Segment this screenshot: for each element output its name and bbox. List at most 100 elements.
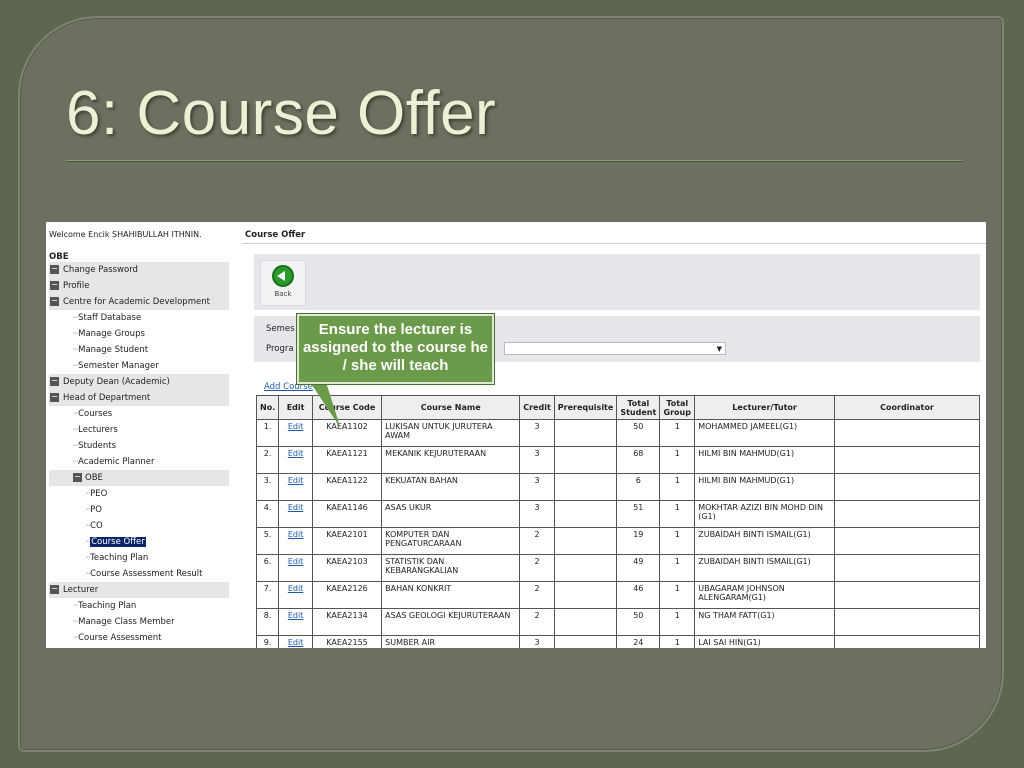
table-row: 8. Edit KAEA2134 ASAS GEOLOGI KEJURUTERAAN 2… <box>255 608 981 636</box>
cell-credit: 3 <box>519 446 555 474</box>
minus-box-icon[interactable]: − <box>50 393 59 402</box>
cell-code: KAEA2126 <box>311 581 383 609</box>
table-row: 3. Edit KAEA1122 KEKUATAN BAHAN 3 6 1 HILMI BIN… <box>255 473 981 501</box>
cell-total-student: 50 <box>616 419 661 447</box>
cell-edit: Edit <box>278 581 313 609</box>
sidebar-item-lecturers[interactable]: ┄Lecturers <box>49 422 229 438</box>
cell-no: 8. <box>255 608 280 636</box>
cell-lecturer: UBAGARAM JOHNSON ALENGARAM(G1) <box>694 581 835 609</box>
cell-lecturer: MOHAMMED JAMEEL(G1) <box>694 419 835 447</box>
edit-link[interactable]: Edit <box>288 557 304 566</box>
program-select[interactable]: ▼ <box>504 342 726 355</box>
cell-edit: Edit <box>278 500 313 528</box>
edit-link[interactable]: Edit <box>288 476 304 485</box>
sidebar-item-academic-planner[interactable]: ┄Academic Planner <box>49 454 229 470</box>
sidebar-item-lecturer[interactable]: − Lecturer <box>49 582 229 598</box>
cell-edit: Edit <box>278 635 313 648</box>
sidebar-item-teaching-plan[interactable]: ┄Teaching Plan <box>49 550 229 566</box>
sidebar-item-label: Academic Planner <box>78 457 155 467</box>
cell-prereq <box>553 527 618 555</box>
callout-note: Ensure the lecturer is assigned to the c… <box>297 314 494 384</box>
cell-total-student: 68 <box>616 446 661 474</box>
minus-box-icon[interactable]: − <box>50 265 59 274</box>
sidebar-item-staff-database[interactable]: ┄Staff Database <box>49 310 229 326</box>
sidebar-item-obe[interactable]: − OBE <box>49 470 229 486</box>
edit-link[interactable]: Edit <box>288 449 304 458</box>
nav-tree: OBE − Change Password − Profile − Centre… <box>49 252 229 646</box>
cell-coordinator <box>833 473 981 501</box>
cell-lecturer: ZUBAIDAH BINTI ISMAIL(G1) <box>694 527 835 555</box>
sidebar-item-students[interactable]: ┄Students <box>49 438 229 454</box>
cell-total-student: 19 <box>616 527 661 555</box>
sidebar-item-course-assessment[interactable]: ┄Course Assessment <box>49 630 229 646</box>
edit-link[interactable]: Edit <box>288 638 304 647</box>
cell-no: 6. <box>255 554 280 582</box>
sidebar-item-change-password[interactable]: − Change Password <box>49 262 229 278</box>
edit-link[interactable]: Edit <box>288 503 304 512</box>
sidebar-item-po[interactable]: ┄PO <box>49 502 229 518</box>
sidebar-item-label: Manage Class Member <box>78 617 175 627</box>
col-header-prereq[interactable]: Prerequisite <box>553 395 618 420</box>
sidebar-item-head-of-department[interactable]: − Head of Department <box>49 390 229 406</box>
cell-name: ASAS UKUR <box>381 500 521 528</box>
sidebar-item-course-assessment-result[interactable]: ┄Course Assessment Result <box>49 566 229 582</box>
cell-coordinator <box>833 581 981 609</box>
cell-code: KAEA1146 <box>311 500 383 528</box>
minus-box-icon[interactable]: − <box>50 585 59 594</box>
minus-box-icon[interactable]: − <box>73 473 82 482</box>
edit-link[interactable]: Edit <box>288 422 304 431</box>
back-arrow-icon <box>272 265 294 287</box>
cell-no: 5. <box>255 527 280 555</box>
sidebar-item-peo[interactable]: ┄PEO <box>49 486 229 502</box>
sidebar-item-courses[interactable]: ┄Courses <box>49 406 229 422</box>
col-header-no[interactable]: No. <box>255 395 280 420</box>
sidebar-item-lecturer-teaching-plan[interactable]: ┄Teaching Plan <box>49 598 229 614</box>
cell-total-group: 1 <box>659 635 696 648</box>
col-header-edit[interactable]: Edit <box>278 395 313 420</box>
sidebar-item-semester-manager[interactable]: ┄Semester Manager <box>49 358 229 374</box>
sidebar-item-label-selected: Course Offer <box>90 537 146 547</box>
sidebar-item-manage-class-member[interactable]: ┄Manage Class Member <box>49 614 229 630</box>
sidebar-item-label: Profile <box>63 281 90 291</box>
edit-link[interactable]: Edit <box>288 611 304 620</box>
chevron-down-icon: ▼ <box>716 345 722 353</box>
col-header-credit[interactable]: Credit <box>519 395 555 420</box>
sidebar-item-co[interactable]: ┄CO <box>49 518 229 534</box>
title-divider <box>66 160 962 162</box>
minus-box-icon[interactable]: − <box>50 281 59 290</box>
minus-box-icon[interactable]: − <box>50 297 59 306</box>
cell-lecturer: ZUBAIDAH BINTI ISMAIL(G1) <box>694 554 835 582</box>
course-offer-table: No. Edit Course Code Course Name Credit … <box>255 395 981 648</box>
cell-name: LUKISAN UNTUK JURUTERA AWAM <box>381 419 521 447</box>
minus-box-icon[interactable]: − <box>50 377 59 386</box>
cell-credit: 3 <box>519 419 555 447</box>
sidebar-item-profile[interactable]: − Profile <box>49 278 229 294</box>
table-row: 6. Edit KAEA2103 STATISTIK DAN KEBARANGKALI… <box>255 554 981 582</box>
cell-prereq <box>553 581 618 609</box>
cell-coordinator <box>833 500 981 528</box>
sidebar-item-manage-student[interactable]: ┄Manage Student <box>49 342 229 358</box>
col-header-name[interactable]: Course Name <box>381 395 521 420</box>
col-header-total-student[interactable]: Total Student <box>616 395 661 420</box>
cell-no: 7. <box>255 581 280 609</box>
edit-link[interactable]: Edit <box>288 530 304 539</box>
col-header-coordinator[interactable]: Coordinator <box>833 395 981 420</box>
sidebar-item-course-offer[interactable]: ┄Course Offer <box>49 534 229 550</box>
sidebar-item-label: Manage Student <box>78 345 149 355</box>
page-title: Course Offer <box>242 230 986 244</box>
sidebar: Welcome Encik SHAHIBULLAH ITHNIN. OBE − … <box>46 222 230 648</box>
sidebar-item-label: Course Assessment Result <box>90 569 203 579</box>
edit-link[interactable]: Edit <box>288 584 304 593</box>
col-header-lecturer[interactable]: Lecturer/Tutor <box>694 395 835 420</box>
cell-code: KAEA1122 <box>311 473 383 501</box>
sidebar-item-label: Change Password <box>63 265 138 275</box>
cell-lecturer: LAI SAI HIN(G1) <box>694 635 835 648</box>
sidebar-item-centre-academic-development[interactable]: − Centre for Academic Development <box>49 294 229 310</box>
back-button[interactable]: Back <box>260 260 306 306</box>
table-row: 5. Edit KAEA2101 KOMPUTER DAN PENGATURCARAA… <box>255 527 981 555</box>
sidebar-item-manage-groups[interactable]: ┄Manage Groups <box>49 326 229 342</box>
sidebar-item-label: Deputy Dean (Academic) <box>63 377 170 387</box>
col-header-total-group[interactable]: Total Group <box>659 395 696 420</box>
app-screenshot: Welcome Encik SHAHIBULLAH ITHNIN. OBE − … <box>46 222 986 648</box>
sidebar-item-deputy-dean[interactable]: − Deputy Dean (Academic) <box>49 374 229 390</box>
